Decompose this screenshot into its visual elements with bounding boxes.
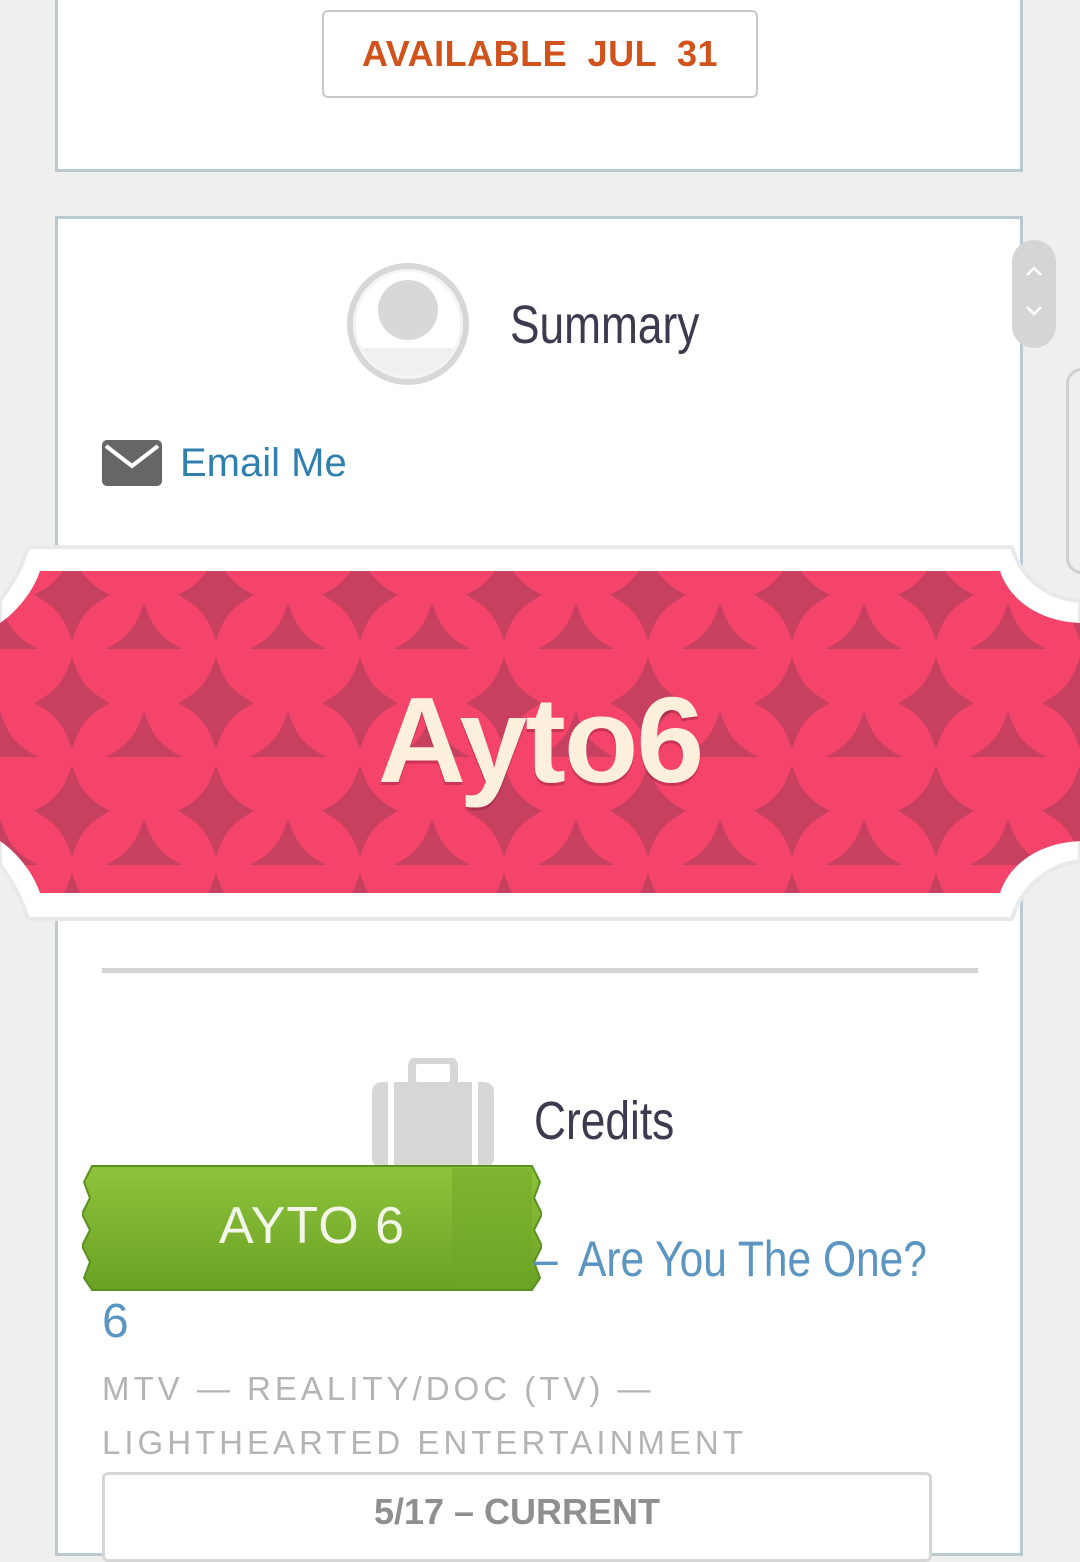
chevron-down-icon[interactable]	[1024, 304, 1044, 318]
scroll-thumb[interactable]	[1012, 240, 1056, 348]
date-range-label: 5/17 – CURRENT	[373, 1491, 661, 1532]
email-me-label: Email Me	[180, 440, 347, 485]
summary-heading: Summary	[510, 295, 700, 355]
avatar-icon	[347, 263, 469, 385]
edge-panel-handle[interactable]	[1066, 368, 1080, 574]
tag-label: AYTO 6	[218, 1197, 406, 1255]
chevron-up-icon[interactable]	[1024, 264, 1044, 278]
envelope-icon	[102, 440, 162, 486]
date-range-box: 5/17 – CURRENT	[102, 1472, 932, 1562]
availability-button[interactable]: AVAILABLE JUL 31	[322, 10, 758, 98]
banner-text: Ayto6	[377, 672, 704, 808]
briefcase-icon	[372, 1058, 494, 1168]
credits-heading: Credits	[534, 1091, 675, 1151]
title-dash: –	[534, 1231, 558, 1287]
show-title-link[interactable]: Are You The One?	[578, 1230, 927, 1288]
show-number[interactable]: 6	[102, 1294, 129, 1349]
email-me-link[interactable]: Email Me	[102, 438, 347, 488]
availability-label: AVAILABLE JUL 31	[361, 33, 719, 74]
section-divider	[102, 968, 978, 973]
show-meta: MTV — REALITY/DOC (TV) — LIGHTHEARTED EN…	[102, 1370, 747, 1461]
